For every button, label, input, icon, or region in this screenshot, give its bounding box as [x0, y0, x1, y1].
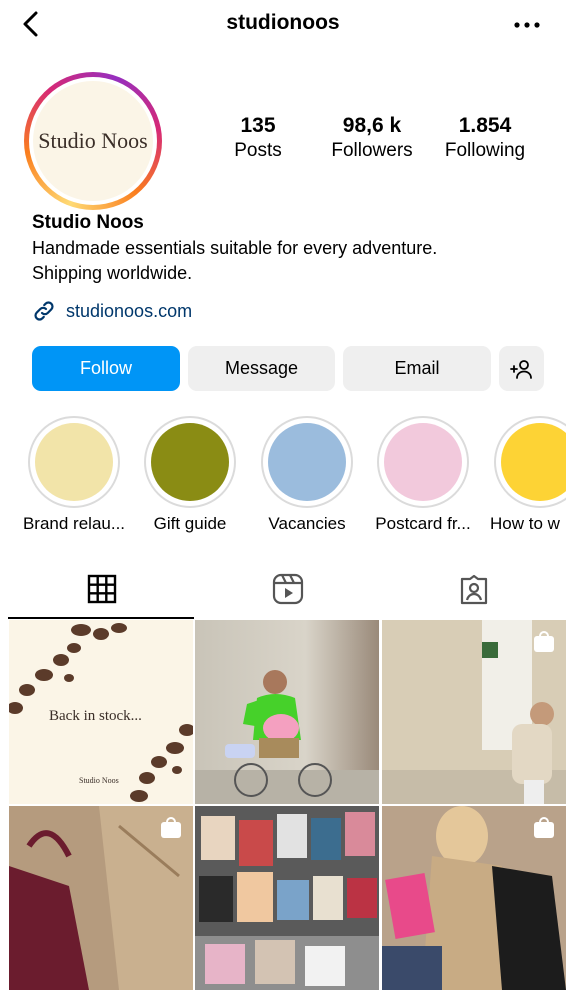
highlight-brand-relaunch[interactable]: Brand relau... [14, 416, 134, 534]
stat-value: 98,6 k [342, 114, 402, 137]
follow-button[interactable]: Follow [32, 346, 180, 391]
reels-icon [272, 573, 304, 605]
highlight-label: Brand relau... [22, 514, 126, 533]
top-bar: studionoos [0, 0, 566, 48]
stat-posts[interactable]: 135 Posts [198, 114, 318, 162]
website-link-text: studionoos.com [66, 300, 193, 321]
highlight-cover [384, 423, 462, 501]
profile-username: studionoos [226, 11, 340, 34]
stat-value: 135 [240, 114, 276, 137]
more-options-icon[interactable] [512, 13, 542, 37]
stat-label: Following [444, 140, 526, 161]
highlight-label: Gift guide [153, 514, 227, 533]
active-tab-indicator [8, 617, 194, 619]
post-thumbnail[interactable]: Back in stock... Studio Noos [9, 620, 193, 804]
stat-following[interactable]: 1.854 Following [425, 114, 545, 162]
avatar: Studio Noos [33, 81, 153, 201]
email-button[interactable]: Email [343, 346, 491, 391]
post-thumbnail[interactable] [195, 806, 379, 990]
highlight-cover [151, 423, 229, 501]
shopping-bag-icon [534, 631, 554, 652]
tab-reels[interactable] [194, 560, 382, 618]
post-thumbnail[interactable] [9, 806, 193, 990]
highlight-label: Vacancies [268, 514, 346, 533]
add-person-icon [509, 359, 532, 379]
tab-tagged[interactable] [380, 560, 566, 618]
highlight-cover [501, 423, 566, 501]
tab-posts-grid[interactable] [8, 560, 196, 618]
stat-followers[interactable]: 98,6 k Followers [312, 114, 432, 162]
tagged-icon [460, 574, 488, 605]
highlight-cover [35, 423, 113, 501]
highlight-how-to[interactable]: How to w [480, 416, 566, 534]
highlight-cover [268, 423, 346, 501]
grid-icon [87, 574, 117, 604]
link-icon [34, 301, 54, 321]
post-caption-overlay: Back in stock... [49, 708, 142, 724]
post-brand-text: Studio Noos [79, 776, 119, 785]
stat-value: 1.854 [458, 114, 512, 137]
message-button[interactable]: Message [188, 346, 335, 391]
shopping-bag-icon [161, 817, 181, 838]
highlight-label: Postcard fr... [375, 514, 471, 533]
post-thumbnail[interactable] [382, 806, 566, 990]
bio: Studio Noos Handmade essentials suitable… [32, 212, 552, 284]
stat-label: Posts [234, 140, 282, 161]
avatar-logo-text: Studio Noos [38, 128, 148, 153]
display-name: Studio Noos [32, 212, 144, 233]
post-thumbnail[interactable] [382, 620, 566, 804]
highlight-postcard[interactable]: Postcard fr... [363, 416, 483, 534]
highlight-gift-guide[interactable]: Gift guide [130, 416, 250, 534]
highlight-vacancies[interactable]: Vacancies [247, 416, 367, 534]
profile-tabs [0, 560, 566, 618]
post-thumbnail[interactable] [195, 620, 379, 804]
shopping-bag-icon [534, 817, 554, 838]
post-image [195, 806, 379, 990]
stat-label: Followers [331, 140, 413, 161]
suggest-users-button[interactable] [499, 346, 544, 391]
bio-line: Handmade essentials suitable for every a… [32, 238, 438, 258]
story-ring[interactable]: Studio Noos [24, 72, 162, 210]
website-link[interactable]: studionoos.com [32, 299, 192, 323]
post-image [195, 670, 379, 804]
highlight-label: How to w [490, 514, 560, 533]
bio-line: Shipping worldwide. [32, 263, 193, 283]
